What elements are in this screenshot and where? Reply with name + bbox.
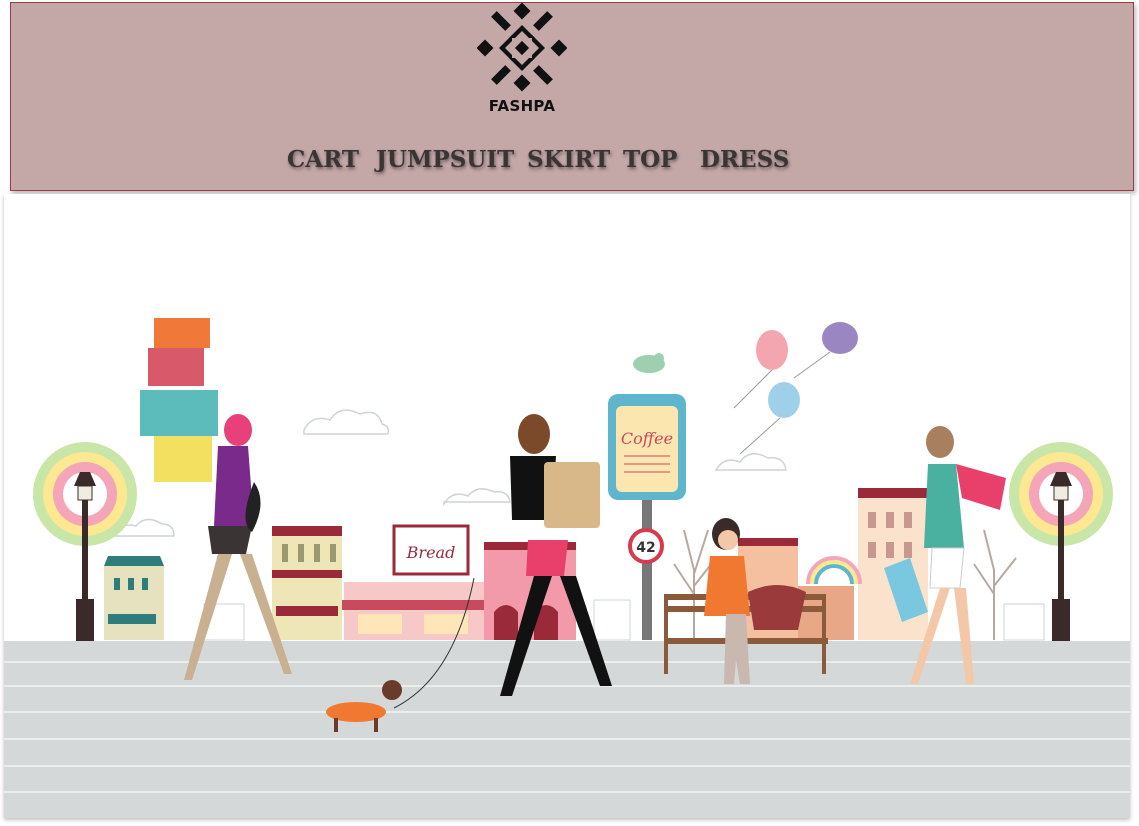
cafe-sign-text: Coffee [621, 429, 673, 448]
fashpa-logo-icon[interactable] [477, 3, 567, 93]
nav-item-jumpsuit[interactable]: JUMPSUIT [376, 146, 514, 173]
hero-banner: Bread Coffee 42 [4, 194, 1130, 818]
speed-sign-text: 42 [636, 540, 655, 556]
bakery-sign: Bread [406, 543, 456, 562]
nav-item-skirt[interactable]: SKIRT [527, 146, 610, 173]
yellow-building [272, 526, 342, 640]
site-header: FASHPA CART JUMPSUIT SKIRT TOP DRESS [10, 2, 1134, 191]
balloons [733, 322, 858, 455]
bakery-shop: Bread [342, 524, 486, 640]
nav-item-dress[interactable]: DRESS [700, 146, 789, 173]
teal-house [104, 556, 164, 640]
nav-item-top[interactable]: TOP [623, 146, 677, 173]
shopping-street-illustration: Bread Coffee 42 [4, 318, 1130, 818]
brand-name: FASHPA [488, 97, 556, 115]
nav-item-cart[interactable]: CART [287, 146, 359, 173]
